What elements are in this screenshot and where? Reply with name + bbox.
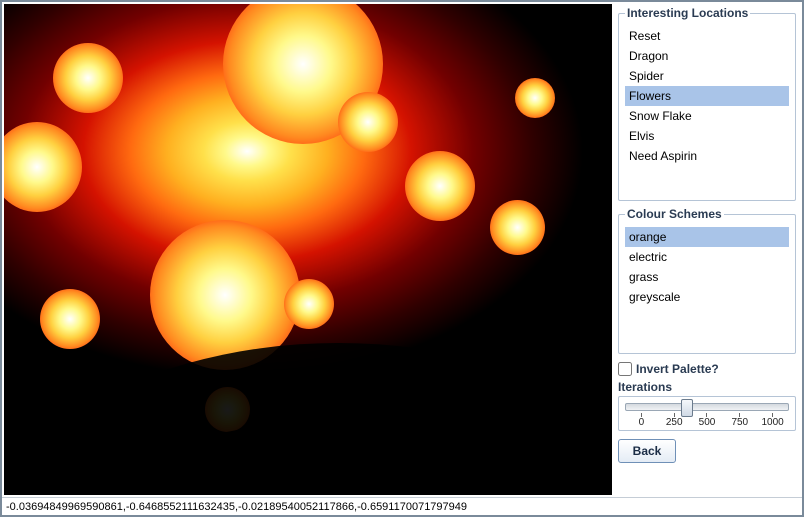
fractal-glow (338, 92, 398, 152)
fractal-glow (490, 200, 545, 255)
location-item[interactable]: Reset (625, 26, 789, 46)
fractal-glow (53, 43, 123, 113)
invert-label: Invert Palette? (636, 362, 719, 376)
location-item[interactable]: Flowers (625, 86, 789, 106)
colours-title: Colour Schemes (625, 207, 724, 221)
status-bar: -0.03694849969590861,-0.6468552111632435… (2, 497, 802, 515)
location-item[interactable]: Snow Flake (625, 106, 789, 126)
fractal-glow (40, 289, 100, 349)
location-item[interactable]: Spider (625, 66, 789, 86)
controls-block: Invert Palette? Iterations 0250500750100… (618, 360, 796, 463)
iterations-label: Iterations (618, 380, 796, 394)
coordinates-readout: -0.03694849969590861,-0.6468552111632435… (6, 501, 467, 513)
invert-row: Invert Palette? (618, 362, 796, 376)
location-item[interactable]: Need Aspirin (625, 146, 789, 166)
fractal-canvas[interactable] (4, 4, 612, 495)
fractal-glow (4, 122, 82, 212)
iterations-ticks: 02505007501000 (625, 413, 789, 428)
colour-item[interactable]: electric (625, 247, 789, 267)
colour-item[interactable]: greyscale (625, 287, 789, 307)
invert-checkbox[interactable] (618, 362, 632, 376)
locations-group: Interesting Locations ResetDragonSpiderF… (618, 6, 796, 201)
iterations-slider-wrap: 02505007501000 (618, 396, 796, 431)
main-row: Interesting Locations ResetDragonSpiderF… (2, 2, 802, 497)
app-window: Interesting Locations ResetDragonSpiderF… (0, 0, 804, 517)
colour-item[interactable]: grass (625, 267, 789, 287)
colours-group: Colour Schemes orangeelectricgrassgreysc… (618, 207, 796, 354)
location-item[interactable]: Dragon (625, 46, 789, 66)
tick-label: 750 (723, 413, 756, 428)
colours-listbox[interactable]: orangeelectricgrassgreyscale (625, 227, 789, 347)
iterations-slider[interactable] (625, 403, 789, 411)
colour-item[interactable]: orange (625, 227, 789, 247)
fractal-glow (515, 78, 555, 118)
tick-label: 1000 (756, 413, 789, 428)
sidebar: Interesting Locations ResetDragonSpiderF… (612, 2, 802, 497)
tick-label: 0 (625, 413, 658, 428)
fractal-glow (405, 151, 475, 221)
iterations-thumb[interactable] (681, 399, 693, 417)
locations-listbox[interactable]: ResetDragonSpiderFlowersSnow FlakeElvisN… (625, 26, 789, 194)
fractal-glow (284, 279, 334, 329)
locations-title: Interesting Locations (625, 6, 750, 20)
location-item[interactable]: Elvis (625, 126, 789, 146)
back-button[interactable]: Back (618, 439, 676, 463)
tick-label: 500 (691, 413, 724, 428)
